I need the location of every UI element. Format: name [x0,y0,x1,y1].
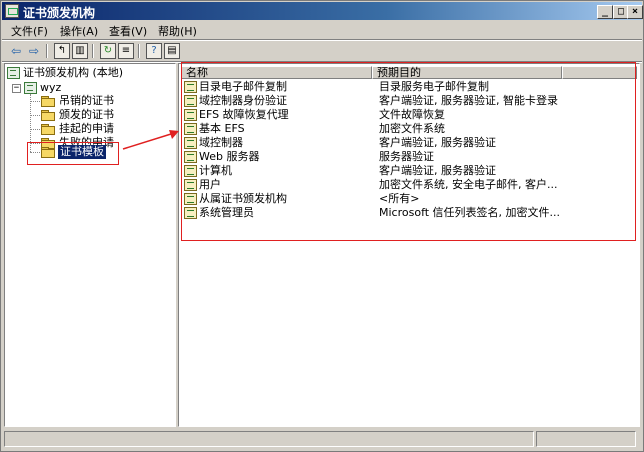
mmc-window: 证书颁发机构 _ □ × 文件(F) 操作(A) 查看(V) 帮助(H) ⇦ ⇨… [0,0,644,452]
collapse-toggle-icon[interactable]: − [12,84,21,93]
toolbar-separator [92,44,94,58]
tree-root-label: 证书颁发机构 (本地) [23,66,124,79]
ca-server-icon [24,82,37,94]
toolbar-separator [46,44,48,58]
status-bar [2,429,642,449]
folder-icon [41,124,55,135]
menu-file[interactable]: 文件(F) [11,23,48,39]
refresh-icon[interactable]: ↻ [100,43,116,59]
toolbar: ⇦ ⇨ ↰ ▥ ↻ ≡ ? ▤ [2,41,642,61]
show-hide-tree-icon[interactable]: ▥ [72,43,88,59]
tree-item-label: 颁发的证书 [59,108,114,121]
help-icon[interactable]: ? [146,43,162,59]
certificate-authority-app-icon [5,4,19,18]
minimize-button[interactable]: _ [597,5,613,19]
annotation-box-tree-selection [27,142,119,165]
annotation-box-template-list [181,62,636,241]
title-bar[interactable]: 证书颁发机构 _ □ × [2,2,643,20]
tree-guide-line [30,115,40,116]
certificate-authority-icon [7,67,20,79]
tree-guide-line [30,101,40,102]
status-panel-secondary [536,431,636,447]
properties-icon[interactable]: ▤ [164,43,180,59]
tree-node-ca-label: wyz [40,81,62,94]
toolbar-separator [138,44,140,58]
window-title: 证书颁发机构 [23,6,96,20]
tree-guide-line [30,129,40,130]
tree-item-label: 挂起的申请 [59,122,114,135]
menu-bar: 文件(F) 操作(A) 查看(V) 帮助(H) [2,21,642,39]
status-panel-main [4,431,534,447]
folder-icon [41,96,55,107]
up-folder-icon[interactable]: ↰ [54,43,70,59]
folder-icon [41,110,55,121]
console-tree-pane[interactable]: 证书颁发机构 (本地) − wyz 吊销的证书 颁发的证书 挂起的申请 失败的申… [4,63,176,427]
tree-item-label: 吊销的证书 [59,94,114,107]
menu-action[interactable]: 操作(A) [60,23,98,39]
close-button[interactable]: × [627,5,643,19]
export-list-icon[interactable]: ≡ [118,43,134,59]
forward-icon[interactable]: ⇨ [26,43,42,59]
back-icon[interactable]: ⇦ [8,43,24,59]
menu-help[interactable]: 帮助(H) [158,23,197,39]
menu-view[interactable]: 查看(V) [109,23,147,39]
